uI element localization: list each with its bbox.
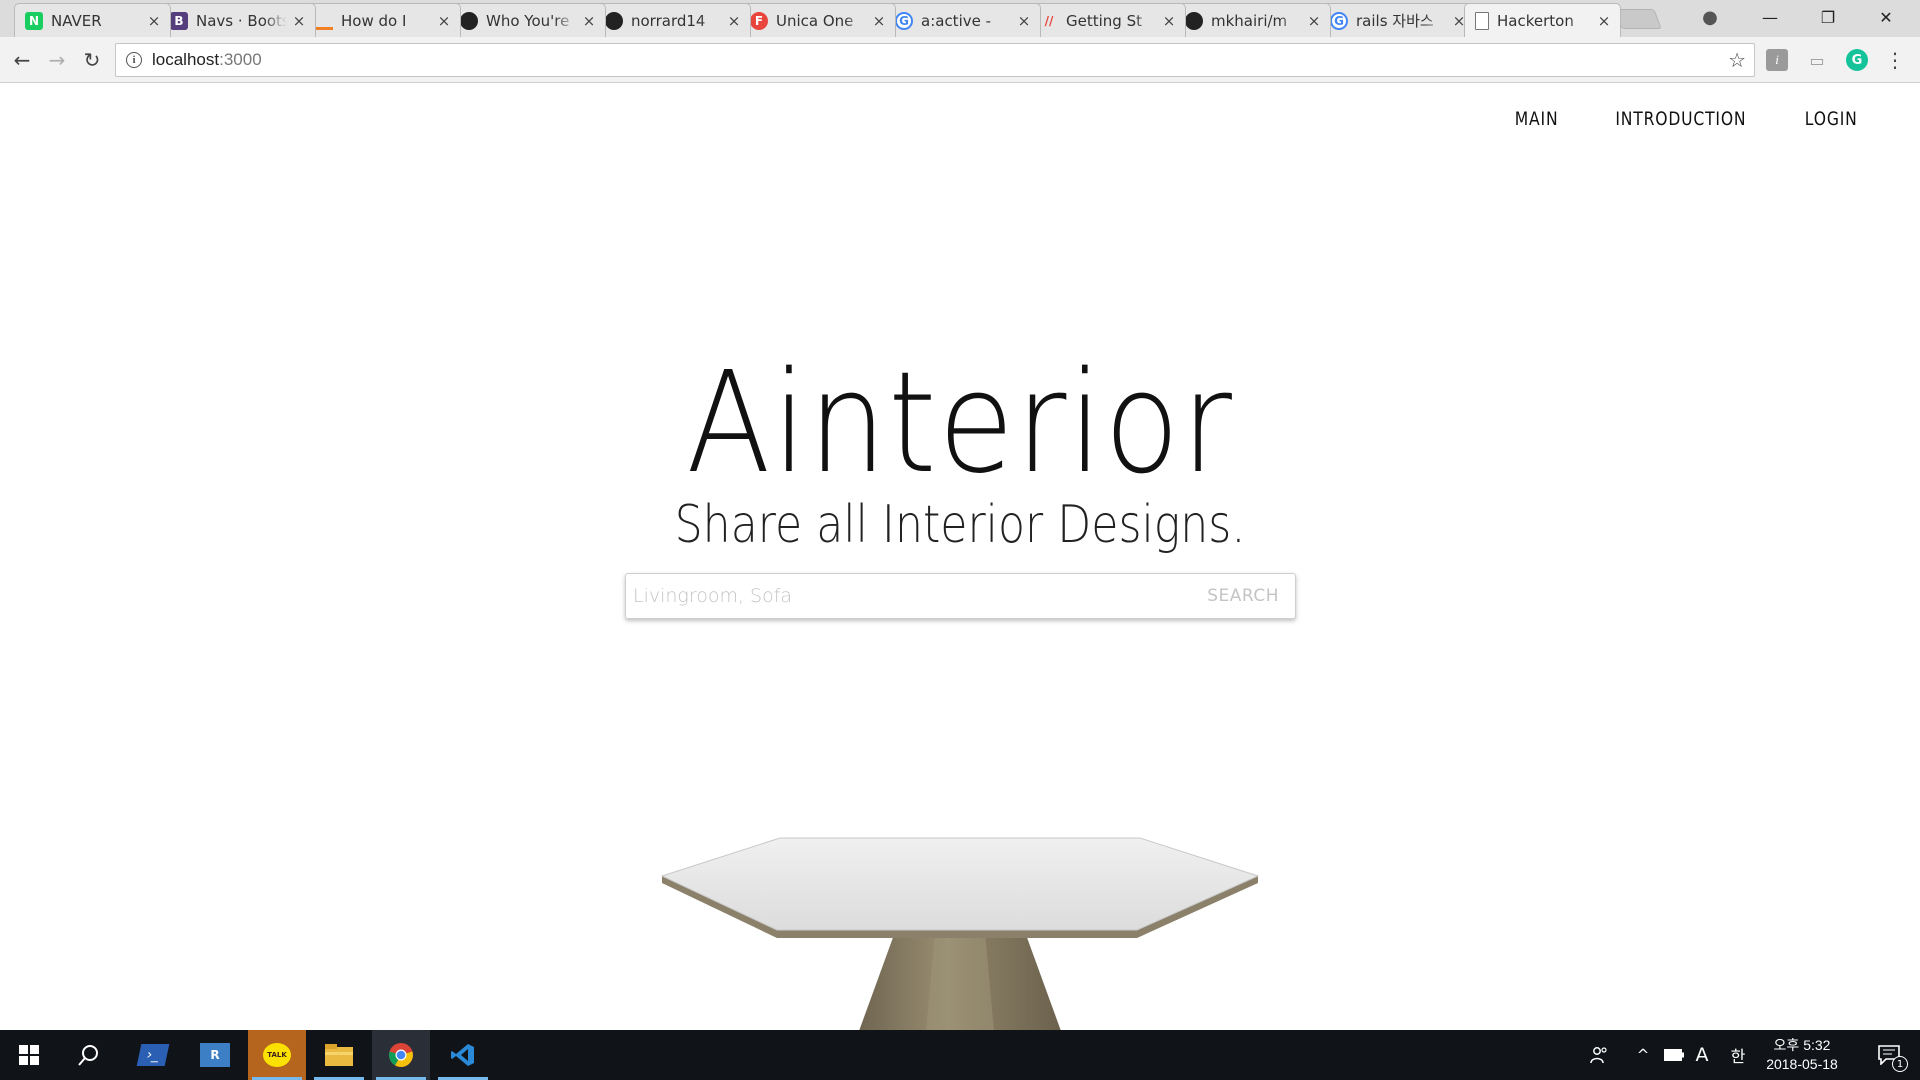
system-clock[interactable]: 오후 5:32 2018-05-18: [1762, 1036, 1842, 1074]
browser-toolbar: ← → ↻ i localhost:3000 ☆ i ▭ G ⋮: [0, 37, 1920, 83]
tab-close-icon[interactable]: ×: [726, 12, 742, 30]
browser-tab[interactable]: How do I ×: [304, 3, 461, 37]
tab-close-icon[interactable]: ×: [581, 12, 597, 30]
minimize-button[interactable]: —: [1742, 0, 1798, 34]
tab-title: Getting St: [1066, 11, 1142, 30]
hexagon-table-image: [660, 837, 1260, 1030]
language-icon[interactable]: 한: [1724, 1030, 1752, 1080]
tab-title: a:active -: [921, 11, 992, 30]
github-icon: [1185, 11, 1203, 30]
cast-icon[interactable]: ▭: [1806, 49, 1828, 71]
battery-icon[interactable]: [1660, 1030, 1688, 1080]
browser-tab[interactable]: Grails 자바스 ×: [1319, 3, 1476, 37]
tab-title: Navs · Bootstrap: [196, 11, 287, 30]
brand-subtitle: Share all Interior Designs.: [674, 495, 1246, 555]
search-icon[interactable]: [60, 1030, 118, 1080]
file-explorer-icon[interactable]: [310, 1030, 368, 1080]
vscode-icon[interactable]: [434, 1030, 492, 1080]
restore-button[interactable]: ❐: [1800, 0, 1856, 34]
tab-close-icon[interactable]: ×: [1306, 12, 1322, 30]
nav-link-login[interactable]: LOGIN: [1804, 108, 1857, 130]
start-icon[interactable]: [0, 1030, 58, 1080]
google-icon: G: [1330, 11, 1348, 30]
search-form: SEARCH: [625, 573, 1296, 619]
tab-close-icon[interactable]: ×: [1016, 12, 1032, 30]
fonts-icon: F: [750, 11, 768, 30]
tab-title: mkhairi/m: [1211, 11, 1288, 30]
github-icon: [605, 11, 623, 30]
site-info-icon[interactable]: i: [126, 52, 142, 68]
bootstrap-icon: B: [170, 11, 188, 30]
github-icon: [460, 11, 478, 30]
search-button[interactable]: SEARCH: [1191, 574, 1295, 618]
extension-info-icon[interactable]: i: [1766, 49, 1788, 71]
grammarly-icon[interactable]: G: [1846, 49, 1868, 71]
ime-mode-icon[interactable]: A: [1688, 1030, 1716, 1080]
address-bar[interactable]: i localhost:3000 ☆: [115, 43, 1755, 77]
tab-title: norrard14: [631, 11, 706, 30]
browser-tab[interactable]: mkhairi/m ×: [1174, 3, 1331, 37]
kakaotalk-icon[interactable]: TALK: [248, 1030, 306, 1080]
browser-tab[interactable]: Hackerton ×: [1464, 3, 1621, 37]
tab-close-icon[interactable]: ×: [146, 12, 162, 30]
tab-title: Unica One: [776, 11, 854, 30]
web-page: MAIN INTRODUCTION LOGIN Ainterior Share …: [0, 84, 1920, 1030]
powershell-icon[interactable]: ›_: [124, 1030, 182, 1080]
kakaotalk-label: TALK: [263, 1043, 291, 1067]
brand-title: Ainterior: [686, 342, 1234, 505]
clock-time: 오후 5:32: [1773, 1037, 1831, 1053]
action-center-icon[interactable]: 1: [1864, 1030, 1914, 1080]
notification-count-badge: 1: [1892, 1056, 1908, 1072]
page-icon: [1475, 11, 1489, 30]
table-pedestal-face: [926, 932, 994, 1030]
tab-close-icon[interactable]: ×: [291, 12, 307, 30]
browser-tab-strip: NNAVER×BNavs · Bootstrap×How do I×Who Yo…: [0, 0, 1920, 37]
tab-close-icon[interactable]: ×: [1161, 12, 1177, 30]
windows-taskbar: ›_ R TALK ^ A 한 오후 5:32 2018-05-18 1: [0, 1030, 1920, 1080]
google-icon: G: [895, 11, 913, 30]
url-host: localhost: [152, 50, 220, 69]
naver-icon: N: [25, 11, 43, 30]
people-icon[interactable]: [1584, 1030, 1614, 1080]
search-input[interactable]: [626, 574, 1192, 618]
site-navigation: MAIN INTRODUCTION LOGIN: [1510, 108, 1863, 130]
browser-tab[interactable]: // Getting St ×: [1029, 3, 1186, 37]
clock-date: 2018-05-18: [1766, 1056, 1838, 1072]
table-top: [660, 837, 1260, 931]
tab-title: How do I: [341, 11, 407, 30]
url-port: :3000: [219, 50, 262, 69]
tab-close-icon[interactable]: ×: [871, 12, 887, 30]
tab-title: NAVER: [51, 11, 102, 30]
nav-link-introduction[interactable]: INTRODUCTION: [1615, 108, 1746, 130]
menu-icon[interactable]: ⋮: [1884, 48, 1906, 72]
profile-icon[interactable]: ●: [1682, 0, 1738, 34]
new-tab-button[interactable]: [1614, 9, 1662, 29]
tab-title: Who You're: [486, 11, 570, 30]
remote-desktop-icon[interactable]: R: [186, 1030, 244, 1080]
browser-tab[interactable]: norrard14 ×: [594, 3, 751, 37]
bookmark-star-icon[interactable]: ☆: [1728, 48, 1746, 72]
tab-close-icon[interactable]: ×: [1596, 12, 1612, 30]
browser-tab[interactable]: N NAVER ×: [14, 3, 171, 37]
browser-tab[interactable]: F Unica One ×: [739, 3, 896, 37]
tab-close-icon[interactable]: ×: [436, 12, 452, 30]
tab-title: rails 자바스: [1356, 12, 1434, 30]
heroku-icon: //: [1044, 13, 1054, 28]
browser-tab[interactable]: Ga:active - ×: [884, 3, 1041, 37]
browser-tab[interactable]: Who You're ×: [449, 3, 606, 37]
browser-tab[interactable]: B Navs · Bootstrap×: [159, 3, 316, 37]
reload-button[interactable]: ↻: [78, 46, 106, 74]
stackoverflow-icon: [315, 12, 333, 30]
tray-chevron-icon[interactable]: ^: [1628, 1030, 1658, 1080]
nav-link-main[interactable]: MAIN: [1514, 108, 1558, 130]
forward-button[interactable]: →: [43, 46, 71, 74]
close-window-button[interactable]: ✕: [1858, 0, 1914, 34]
back-button[interactable]: ←: [8, 46, 36, 74]
chrome-icon[interactable]: [372, 1030, 430, 1080]
tab-title: Hackerton: [1497, 11, 1574, 30]
